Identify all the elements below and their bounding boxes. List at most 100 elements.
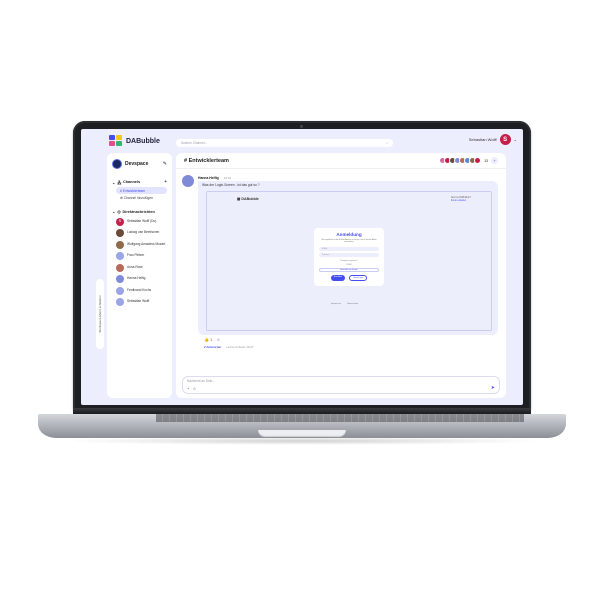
- laptop-screen: DABubble Suchen Channel... ⌕ Sebastian W…: [81, 129, 523, 405]
- sidebar-item-dm[interactable]: Wolfgang Amadeus Mozart: [116, 240, 167, 249]
- laptop-lid: DABubble Suchen Channel... ⌕ Sebastian W…: [73, 121, 531, 411]
- member-list[interactable]: 13 +: [439, 157, 498, 164]
- avatar: [116, 286, 124, 295]
- laptop-base: [38, 414, 566, 438]
- add-channel-label: Channel hinzufügen: [123, 195, 154, 200]
- add-channel-button[interactable]: ⊕ Channel hinzufügen: [116, 194, 167, 201]
- avatar: [116, 252, 124, 260]
- sidebar: Devspace ✎ ⌄ ⁂ Channels + # Entwicklerte…: [107, 153, 172, 398]
- workspace-logo-icon: [112, 159, 122, 169]
- dm-label: Anna Rose: [127, 264, 143, 269]
- add-reaction-icon[interactable]: ☺: [216, 337, 220, 342]
- laptop-notch: [258, 430, 346, 437]
- message-bubble: Was der Login-Screen , ist das gut so ? …: [198, 181, 498, 335]
- sidebar-item-dm[interactable]: Sebastian Wolff: [116, 298, 167, 306]
- dabubble-app: DABubble Suchen Channel... ⌕ Sebastian W…: [81, 129, 523, 405]
- search-placeholder: Suchen Channel...: [181, 141, 208, 145]
- dm-label: Wolfgang Amadeus Mozart: [127, 241, 166, 246]
- login-desc: Wir empfehlen dir die E-Mail-Adresse zu …: [321, 239, 377, 244]
- send-icon[interactable]: ➤: [491, 385, 495, 391]
- member-count: 13: [484, 158, 488, 163]
- guest-login-button: Gäste-Login: [349, 274, 367, 281]
- avatar: [116, 298, 124, 306]
- dm-label: Ferdinand Kuchs: [127, 287, 152, 292]
- user-name: Sebastian Wolff: [468, 137, 497, 142]
- channels-icon: ⁂: [117, 180, 121, 185]
- search-input[interactable]: Suchen Channel... ⌕: [176, 139, 393, 147]
- app-logo[interactable]: DABubble: [109, 135, 160, 147]
- chevron-down-icon: ⌄: [513, 137, 517, 142]
- or-divider: ODER: [346, 263, 352, 266]
- avatar: [474, 157, 482, 164]
- dm-label: Sebastian Wolff: [127, 299, 150, 304]
- dm-label: Frau Pletzer: [127, 253, 145, 258]
- message-composer[interactable]: Nachricht an Dein... + ☺ ➤: [182, 376, 500, 394]
- edit-icon[interactable]: ✎: [163, 161, 167, 167]
- sidebar-item-dm[interactable]: Ludwig van Beethoven: [116, 229, 167, 237]
- avatar: S: [116, 217, 124, 226]
- workspace-menu-toggle[interactable]: Workspace-Menü schließen: [96, 279, 104, 349]
- add-member-icon[interactable]: +: [491, 157, 498, 164]
- composer-placeholder: Nachricht an Dein...: [187, 379, 215, 383]
- preview-footer: Impressum Datenschutz: [331, 303, 359, 305]
- message-author[interactable]: Hanna Helfig: [198, 176, 219, 180]
- avatar: [182, 175, 194, 187]
- preview-logo: ▦ DABubble: [237, 197, 259, 201]
- avatar: [116, 275, 124, 283]
- topbar: DABubble Suchen Channel... ⌕ Sebastian W…: [81, 129, 523, 151]
- reaction-thumbs-up[interactable]: 👍 1: [204, 337, 212, 342]
- workspace-toggle-label: Workspace-Menü schließen: [98, 295, 102, 333]
- keyboard-edge: [156, 414, 524, 422]
- login-buttons: Anmelden Gäste-Login: [319, 274, 379, 281]
- channel-view: # Entwicklerteam 13 + Hanna Helfig 10:01…: [176, 153, 506, 398]
- workspace-header: Devspace ✎: [112, 159, 167, 169]
- camera-icon: [300, 125, 303, 128]
- google-login-button: Anmelden mit Google: [319, 267, 379, 272]
- dm-label: Ludwig van Beethoven: [127, 230, 160, 235]
- message-text: Was der Login-Screen , ist das gut so ?: [202, 183, 260, 187]
- logo-icon: [109, 135, 123, 147]
- message-meta: Hanna Helfig 10:01: [198, 176, 231, 180]
- sidebar-item-dm[interactable]: Hanna Helfig: [116, 275, 167, 283]
- sidebar-item-dm[interactable]: S Sebastian Wolff (Du): [116, 217, 167, 226]
- dm-label: Hanna Helfig: [127, 276, 146, 281]
- channels-header: Channels: [122, 180, 141, 184]
- composer-tools: + ☺: [187, 386, 196, 391]
- avatar: S: [499, 134, 511, 145]
- password-field: Passwort: [319, 253, 379, 258]
- dm-section-toggle[interactable]: ⌄ ◎ Direktnachrichten: [112, 209, 167, 215]
- add-channel-icon[interactable]: +: [164, 179, 167, 185]
- channel-label: Entwicklerteam: [122, 188, 146, 193]
- dm-header: Direktnachrichten: [122, 209, 155, 214]
- sidebar-item-entwicklerteam[interactable]: # Entwicklerteam: [116, 187, 167, 194]
- user-menu[interactable]: Sebastian Wolff S ⌄: [469, 134, 517, 145]
- sidebar-item-dm[interactable]: Frau Pletzer: [116, 252, 167, 260]
- channels-section-toggle[interactable]: ⌄ ⁂ Channels +: [112, 179, 167, 185]
- sidebar-item-dm[interactable]: Anna Rose: [116, 263, 167, 272]
- thread-replies-link[interactable]: 2 Antworten Letzte Antwort 10:27: [204, 345, 254, 349]
- forgot-password-link: Passwort vergessen?: [340, 259, 358, 262]
- chevron-down-icon: ⌄: [112, 180, 116, 185]
- avatar: [116, 263, 124, 272]
- message-time: 10:01: [223, 176, 232, 180]
- avatar: [116, 240, 124, 249]
- attached-screenshot[interactable]: ▦ DABubble Neu bei DABubble? Konto erste…: [206, 191, 492, 331]
- preview-signup: Neu bei DABubble? Konto erstellen: [450, 197, 471, 203]
- last-reply-time: Letzte Antwort 10:27: [226, 345, 254, 349]
- login-title: Anmeldung: [336, 232, 362, 237]
- logo-text: DABubble: [126, 137, 160, 145]
- plus-icon[interactable]: +: [187, 386, 189, 391]
- laptop-shadow: [60, 437, 544, 445]
- emoji-icon[interactable]: ☺: [192, 386, 196, 391]
- login-button: Anmelden: [331, 274, 346, 281]
- email-field: E-Mail: [319, 246, 379, 251]
- chevron-down-icon: ⌄: [112, 210, 116, 214]
- dm-icon: ◎: [117, 210, 121, 214]
- sidebar-item-dm[interactable]: Ferdinand Kuchs: [116, 286, 167, 295]
- reactions: 👍 1 ☺: [204, 337, 220, 342]
- login-card: Anmeldung Wir empfehlen dir die E-Mail-A…: [314, 228, 384, 286]
- avatar: [116, 229, 124, 237]
- workspace-name: Devspace: [125, 161, 149, 167]
- channel-title[interactable]: # Entwicklerteam: [184, 158, 229, 164]
- search-icon: ⌕: [386, 141, 388, 145]
